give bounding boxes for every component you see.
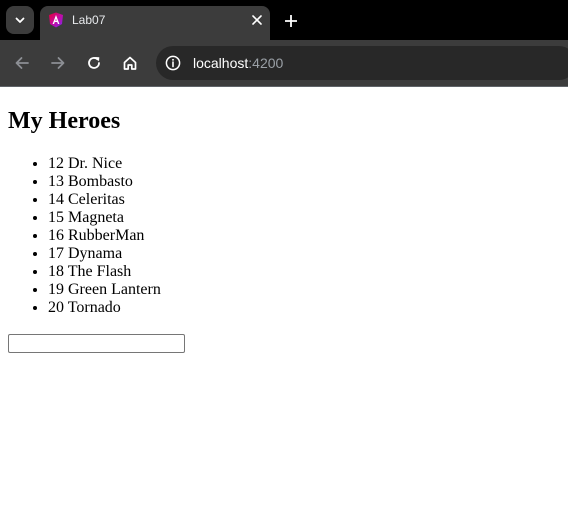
tab-close-button[interactable] xyxy=(247,10,267,30)
site-info-button[interactable] xyxy=(164,54,182,72)
hero-item[interactable]: 20 Tornado xyxy=(48,299,560,317)
plus-icon xyxy=(285,15,297,27)
hero-name-input[interactable] xyxy=(8,334,185,353)
hero-name: Tornado xyxy=(67,299,121,316)
arrow-right-icon xyxy=(51,57,65,69)
address-url[interactable]: localhost:4200 xyxy=(193,55,283,71)
hero-item[interactable]: 15 Magneta xyxy=(48,209,560,227)
active-tab[interactable]: Lab07 xyxy=(40,6,270,40)
hero-id: 17 xyxy=(48,245,64,262)
hero-id: 19 xyxy=(48,281,64,298)
hero-item[interactable]: 16 RubberMan xyxy=(48,227,560,245)
tab-strip: Lab07 xyxy=(0,0,568,40)
hero-name: RubberMan xyxy=(68,227,145,244)
url-port: :4200 xyxy=(248,55,284,71)
hero-name: Magneta xyxy=(68,209,124,226)
home-button[interactable] xyxy=(118,51,142,75)
hero-item[interactable]: 13 Bombasto xyxy=(48,173,560,191)
address-bar[interactable]: localhost:4200 xyxy=(156,46,568,80)
tab-title: Lab07 xyxy=(72,13,106,27)
home-icon xyxy=(123,56,137,70)
hero-name: The Flash xyxy=(67,263,132,280)
hero-id: 13 xyxy=(48,173,64,190)
hero-name: Celeritas xyxy=(68,191,125,208)
forward-button[interactable] xyxy=(46,51,70,75)
angular-icon xyxy=(49,12,63,28)
hero-id: 16 xyxy=(48,227,64,244)
hero-name: Dynama xyxy=(68,245,123,262)
arrow-left-icon xyxy=(15,57,29,69)
hero-item[interactable]: 17 Dynama xyxy=(48,245,560,263)
hero-id: 12 xyxy=(48,155,64,172)
close-icon xyxy=(252,15,262,25)
tab-search-button[interactable] xyxy=(6,6,34,34)
new-tab-button[interactable] xyxy=(280,10,302,32)
info-icon xyxy=(165,55,181,71)
hero-id: 20 xyxy=(48,299,64,316)
chevron-down-icon xyxy=(15,17,25,23)
browser-toolbar: localhost:4200 xyxy=(0,40,568,86)
hero-item[interactable]: 12 Dr. Nice xyxy=(48,155,560,173)
hero-name: Dr. Nice xyxy=(68,155,123,172)
hero-item[interactable]: 19 Green Lantern xyxy=(48,281,560,299)
hero-list: 12 Dr. Nice13 Bombasto14 Celeritas15 Mag… xyxy=(8,155,560,317)
hero-item[interactable]: 18 The Flash xyxy=(48,263,560,281)
hero-item[interactable]: 14 Celeritas xyxy=(48,191,560,209)
page-title: My Heroes xyxy=(8,108,121,134)
reload-button[interactable] xyxy=(82,51,106,75)
reload-icon xyxy=(88,57,100,69)
url-host: localhost xyxy=(193,55,249,71)
hero-id: 18 xyxy=(48,263,64,280)
hero-name: Green Lantern xyxy=(68,281,161,298)
hero-name: Bombasto xyxy=(68,173,133,190)
hero-id: 14 xyxy=(48,191,64,208)
back-button[interactable] xyxy=(10,51,34,75)
toolbar-divider xyxy=(0,86,568,87)
page-content: My Heroes 12 Dr. Nice13 Bombasto14 Celer… xyxy=(0,107,568,353)
hero-id: 15 xyxy=(48,209,64,226)
